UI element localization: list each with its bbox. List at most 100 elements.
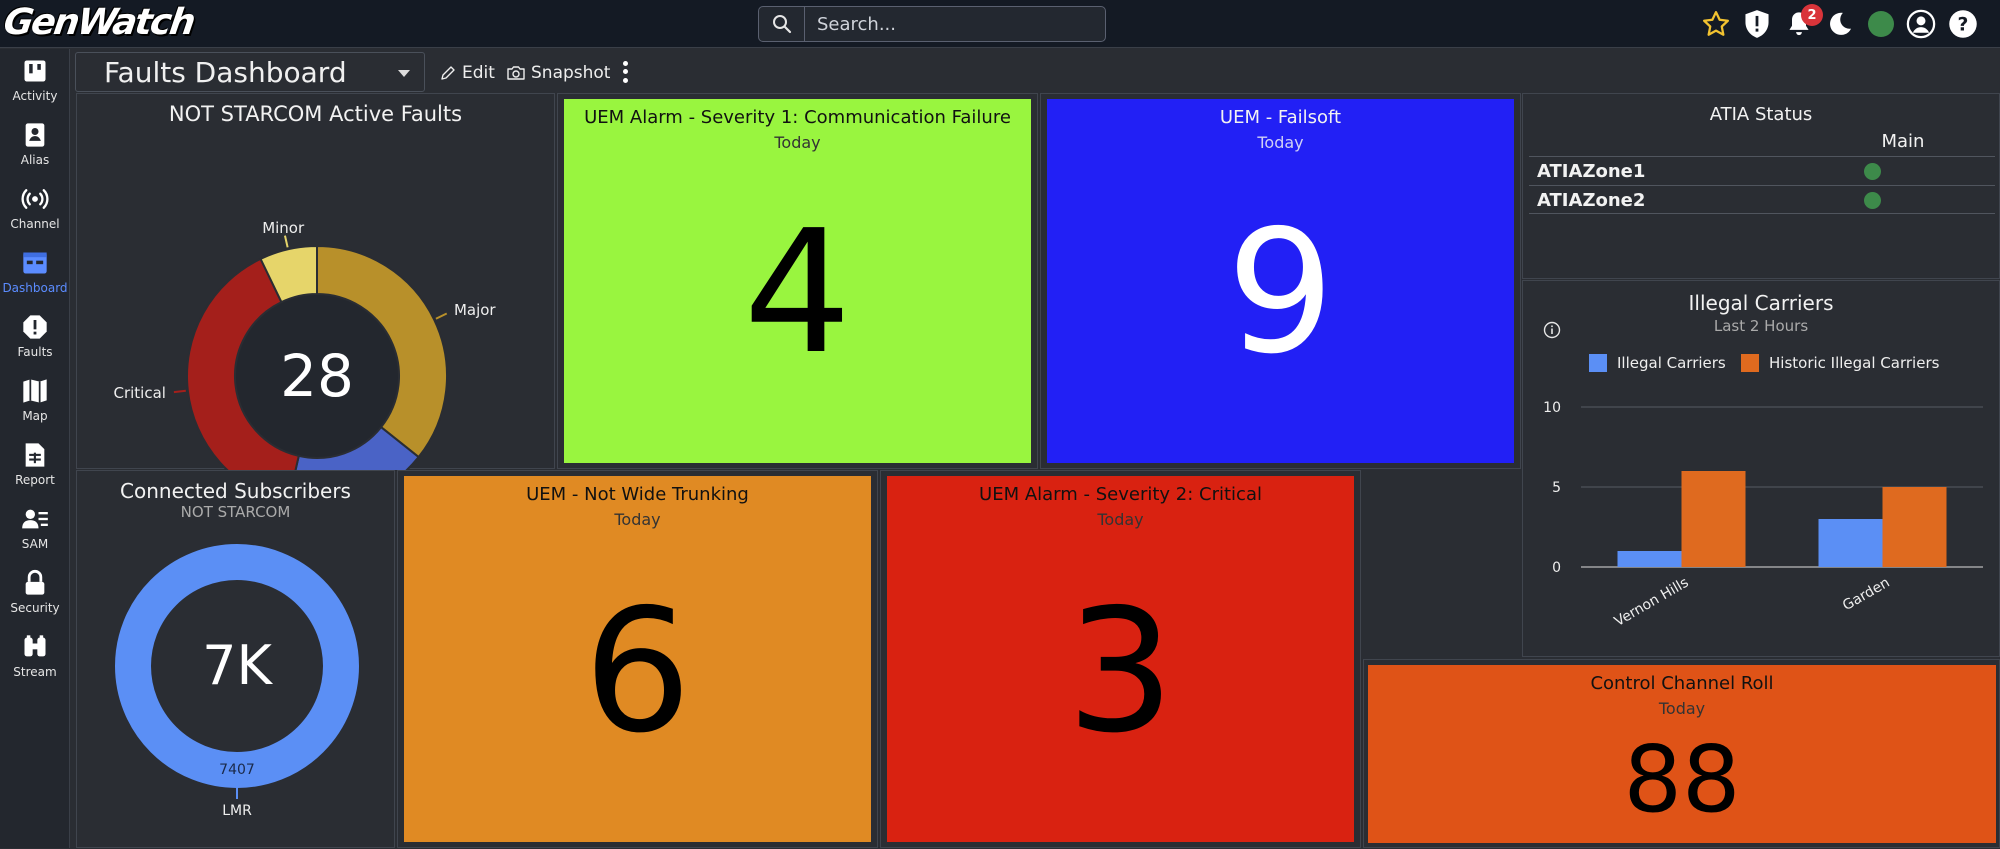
faults-icon bbox=[23, 315, 47, 339]
sidebar-item-label: Alias bbox=[20, 153, 50, 167]
sidebar-item-label: Security bbox=[10, 601, 60, 615]
sidebar-item-dashboard[interactable]: Dashboard bbox=[0, 249, 70, 309]
dashboard-selector[interactable]: Faults Dashboard bbox=[75, 52, 425, 92]
fault-slice-label: Minor bbox=[262, 219, 305, 237]
slice-label-leader bbox=[283, 235, 289, 248]
active-faults-panel: NOT STARCOM Active Faults MajorWarningCr… bbox=[76, 93, 555, 470]
tile-value: 3 bbox=[1066, 573, 1175, 771]
sidebar-item-label: Stream bbox=[13, 665, 57, 679]
favorite-star-icon[interactable] bbox=[1700, 8, 1732, 40]
fault-slice-label: Major bbox=[454, 301, 496, 319]
camera-icon bbox=[507, 66, 525, 80]
sidebar-item-activity[interactable]: Activity bbox=[0, 57, 70, 117]
tile-title: UEM - Failsoft bbox=[1219, 107, 1342, 128]
sidebar-item-label: Activity bbox=[12, 89, 58, 103]
dashboard-name: Faults Dashboard bbox=[104, 55, 347, 89]
search-box[interactable] bbox=[758, 6, 1106, 42]
atia-status-panel: ATIA Status Main ATIAZone1 ATIAZone2 bbox=[1522, 93, 2000, 279]
bar-historic-illegal-carriers[interactable] bbox=[1681, 471, 1746, 567]
sidebar-item-map[interactable]: Map bbox=[0, 377, 70, 437]
failsoft-tile-panel: UEM - Failsoft Today 9 bbox=[1040, 93, 1521, 469]
atia-row[interactable]: ATIAZone1 bbox=[1529, 156, 1995, 185]
x-tick-label: Vernon Hills bbox=[1612, 575, 1692, 630]
atia-status-ok-icon bbox=[1864, 192, 1881, 209]
atia-zone-name: ATIAZone2 bbox=[1537, 190, 1646, 211]
wide-trunking-tile[interactable]: UEM - Not Wide Trunking Today 6 bbox=[404, 476, 871, 842]
y-tick-label: 5 bbox=[1552, 480, 1561, 496]
tile-value: 88 bbox=[1623, 726, 1741, 833]
sidebar-nav: Activity Alias Channel Dashboard Faults … bbox=[0, 49, 70, 848]
report-icon bbox=[25, 443, 45, 467]
sidebar-item-channel[interactable]: Channel bbox=[0, 185, 70, 245]
illegal-carriers-panel: Illegal Carriers Last 2 Hours Illegal Ca… bbox=[1522, 280, 2000, 657]
edit-button[interactable]: Edit bbox=[440, 60, 495, 86]
bar-historic-illegal-carriers[interactable] bbox=[1882, 487, 1947, 567]
tile-subtitle: Today bbox=[1658, 699, 1706, 718]
atia-row[interactable]: ATIAZone2 bbox=[1529, 185, 1995, 214]
slice-label-leader bbox=[173, 389, 186, 394]
snapshot-button[interactable]: Snapshot bbox=[507, 60, 610, 86]
subscribers-total: 7K bbox=[202, 634, 273, 697]
control-channel-tile-panel: Control Channel Roll Today 88 bbox=[1363, 659, 2000, 848]
map-icon bbox=[23, 379, 47, 403]
sidebar-item-report[interactable]: Report bbox=[0, 441, 70, 501]
connection-status-dot bbox=[1865, 8, 1897, 40]
tile-subtitle: Today bbox=[1257, 133, 1304, 152]
activity-icon bbox=[24, 60, 46, 82]
sev2-tile-panel: UEM Alarm - Severity 2: Critical Today 3 bbox=[880, 470, 1361, 848]
snapshot-label: Snapshot bbox=[531, 63, 611, 83]
bar-illegal-carriers[interactable] bbox=[1617, 551, 1682, 567]
subscribers-donut-chart: 7K 7407 LMR bbox=[115, 544, 359, 819]
sidebar-item-stream[interactable]: Stream bbox=[0, 633, 70, 693]
sidebar-item-sam[interactable]: SAM bbox=[0, 505, 70, 565]
sidebar-item-label: Faults bbox=[17, 345, 53, 359]
sidebar-item-label: Report bbox=[15, 473, 55, 487]
lock-icon bbox=[25, 569, 45, 595]
dark-mode-moon-icon[interactable] bbox=[1824, 8, 1856, 40]
chevron-down-icon[interactable] bbox=[398, 70, 410, 77]
app-logo[interactable]: GenWatch bbox=[1, 2, 196, 43]
x-tick-label: Garden bbox=[1840, 575, 1892, 615]
control-channel-tile[interactable]: Control Channel Roll Today 88 bbox=[1368, 665, 1996, 843]
connected-subscribers-panel: Connected Subscribers NOT STARCOM 7K 740… bbox=[76, 470, 395, 848]
tile-value: 6 bbox=[583, 573, 692, 771]
atia-status-ok-icon bbox=[1864, 163, 1881, 180]
subscribers-slice-label: LMR bbox=[222, 803, 252, 819]
sam-icon bbox=[22, 509, 48, 529]
sidebar-item-label: Channel bbox=[10, 217, 60, 231]
tile-title: UEM Alarm - Severity 1: Communication Fa… bbox=[584, 107, 1011, 128]
sidebar-item-faults[interactable]: Faults bbox=[0, 313, 70, 373]
sidebar-item-security[interactable]: Security bbox=[0, 569, 70, 629]
help-icon[interactable]: ? bbox=[1947, 8, 1979, 40]
sidebar-item-alias[interactable]: Alias bbox=[0, 121, 70, 181]
tile-subtitle: Today bbox=[1097, 510, 1144, 529]
tile-title: UEM Alarm - Severity 2: Critical bbox=[979, 484, 1262, 505]
atia-status-title: ATIA Status bbox=[1709, 104, 1813, 125]
subscribers-slice-value: 7407 bbox=[219, 762, 255, 778]
dashboard-toolbar: Faults Dashboard Edit Snapshot bbox=[75, 52, 1995, 92]
channel-icon bbox=[21, 189, 49, 209]
top-bar: GenWatch 2 ? bbox=[0, 0, 2000, 48]
fault-slice-label: Critical bbox=[113, 384, 165, 402]
bar-illegal-carriers[interactable] bbox=[1818, 519, 1883, 567]
tile-title: Control Channel Roll bbox=[1590, 673, 1774, 694]
notifications-bell-icon[interactable]: 2 bbox=[1783, 4, 1823, 40]
more-options-icon[interactable] bbox=[615, 56, 635, 88]
alias-icon bbox=[25, 123, 45, 147]
search-input[interactable] bbox=[805, 7, 1105, 41]
failsoft-tile[interactable]: UEM - Failsoft Today 9 bbox=[1047, 99, 1514, 463]
sev2-tile[interactable]: UEM Alarm - Severity 2: Critical Today 3 bbox=[887, 476, 1354, 842]
illegal-carriers-bar-chart: 10 5 0 Vernon Hills Garden bbox=[1543, 400, 1983, 630]
y-tick-label: 10 bbox=[1543, 400, 1561, 416]
tile-value: 4 bbox=[743, 194, 852, 392]
stream-icon bbox=[24, 635, 46, 657]
search-icon[interactable] bbox=[759, 7, 805, 41]
wide-trunking-tile-panel: UEM - Not Wide Trunking Today 6 bbox=[397, 470, 878, 848]
user-account-icon[interactable] bbox=[1905, 8, 1937, 40]
dashboard-icon bbox=[23, 252, 47, 274]
sidebar-item-label: Dashboard bbox=[2, 281, 68, 295]
sev1-tile[interactable]: UEM Alarm - Severity 1: Communication Fa… bbox=[564, 99, 1031, 463]
pencil-icon bbox=[441, 66, 455, 80]
tile-title: UEM - Not Wide Trunking bbox=[526, 484, 749, 505]
shield-alert-icon[interactable] bbox=[1741, 8, 1773, 40]
